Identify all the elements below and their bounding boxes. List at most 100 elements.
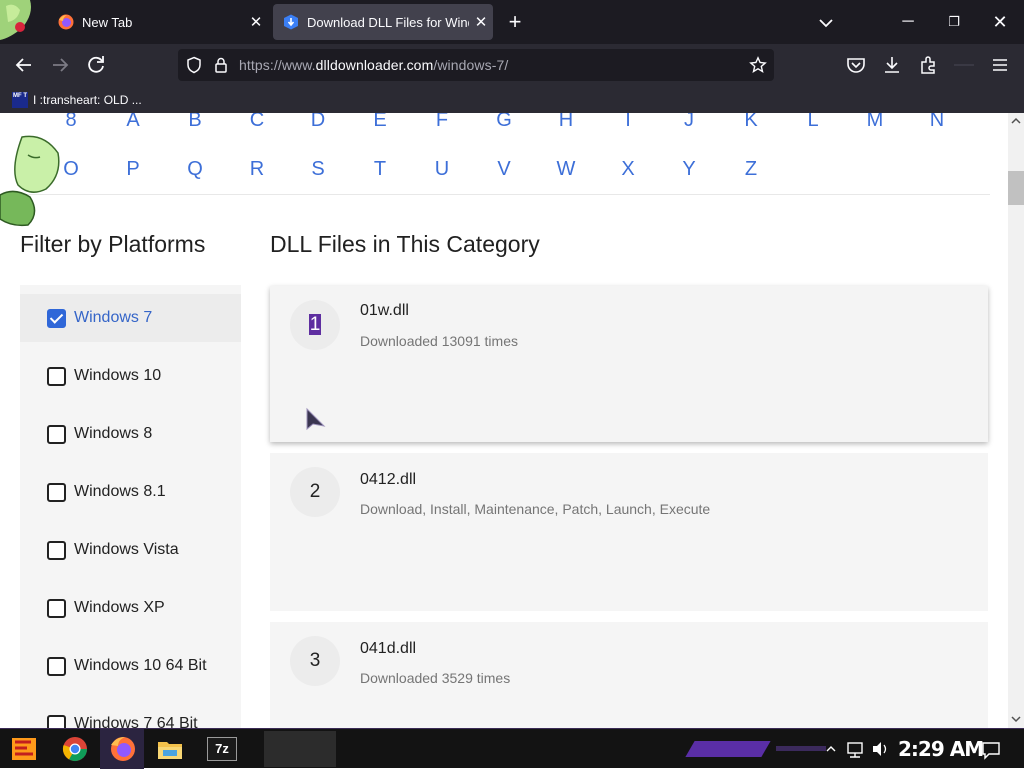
checkbox[interactable] — [47, 482, 66, 502]
menu-icon[interactable] — [989, 54, 1011, 76]
close-tab-icon[interactable]: ✕ — [244, 13, 268, 31]
restore-button[interactable]: ❐ — [934, 8, 974, 36]
letter-link[interactable]: W — [546, 158, 586, 181]
back-icon[interactable] — [11, 52, 37, 78]
dll-file-card[interactable]: 3 041d.dll Downloaded 3529 times — [270, 622, 988, 728]
chrome-icon[interactable] — [60, 734, 90, 764]
bookmark-item[interactable]: MF T I :transheart: OLD ... — [12, 90, 142, 110]
letter-link[interactable]: M — [855, 113, 895, 132]
checkbox[interactable] — [47, 714, 66, 728]
letter-link[interactable]: 8 — [51, 113, 91, 132]
bookmarks-toolbar: MF T I :transheart: OLD ... — [0, 86, 1024, 113]
platform-label: Windows 10 — [74, 367, 162, 384]
close-tab-icon[interactable]: ✕ — [469, 13, 493, 31]
letter-link[interactable]: F — [422, 113, 462, 132]
letter-link[interactable]: R — [237, 158, 277, 181]
volume-icon[interactable] — [870, 734, 890, 764]
new-tab-button[interactable]: + — [503, 9, 527, 35]
letter-link[interactable]: I — [608, 113, 648, 132]
7zip-icon[interactable]: 7z — [207, 737, 237, 761]
platform-filter-windows-10-64bit[interactable]: Windows 10 64 Bit — [20, 642, 241, 690]
notification-icon[interactable] — [980, 734, 1002, 764]
letter-link[interactable]: B — [175, 113, 215, 132]
file-name-link[interactable]: 0412.dll — [360, 471, 416, 489]
letter-link[interactable]: K — [731, 113, 771, 132]
page-content: 8 A B C D E F G H I J K L M N O P Q R S … — [0, 113, 1008, 728]
letter-link[interactable]: T — [360, 158, 400, 181]
extensions-icon[interactable] — [917, 54, 939, 76]
checkbox[interactable] — [47, 424, 66, 444]
file-description: Downloaded 13091 times — [360, 333, 518, 349]
file-index-badge: 1 — [290, 300, 340, 350]
tab-dll-downloader[interactable]: Download DLL Files for Windows 7 ✕ — [273, 4, 493, 40]
platform-filter-windows-8-1[interactable]: Windows 8.1 — [20, 468, 241, 516]
platform-filter-windows-xp[interactable]: Windows XP — [20, 584, 241, 632]
file-index: 1 — [308, 314, 322, 335]
download-icon[interactable] — [881, 54, 903, 76]
file-name-link[interactable]: 041d.dll — [360, 640, 416, 658]
firefox-icon[interactable] — [108, 734, 138, 764]
letter-link[interactable]: E — [360, 113, 400, 132]
start-icon[interactable] — [9, 734, 39, 764]
toolbar-spacer — [954, 64, 974, 66]
checkbox[interactable] — [47, 656, 66, 676]
dll-file-card[interactable]: 2 0412.dll Download, Install, Maintenanc… — [270, 453, 988, 611]
mouse-cursor-icon — [306, 407, 326, 431]
scrollbar-thumb[interactable] — [1008, 171, 1024, 205]
letter-link[interactable]: Y — [669, 158, 709, 181]
address-bar[interactable]: https://www.dlldownloader.com/windows-7/ — [178, 49, 774, 81]
taskbar-window-preview[interactable] — [264, 731, 336, 767]
checkbox[interactable] — [47, 308, 66, 328]
star-icon[interactable] — [749, 56, 767, 74]
reload-icon[interactable] — [83, 52, 109, 78]
letter-link[interactable]: X — [608, 158, 648, 181]
page-scrollbar[interactable] — [1008, 113, 1024, 728]
platform-filter-windows-7-64bit[interactable]: Windows 7 64 Bit — [20, 700, 241, 728]
file-explorer-icon[interactable] — [155, 734, 185, 764]
desktop-mascot-icon — [0, 135, 60, 227]
chevron-down-icon[interactable] — [812, 11, 840, 35]
minimize-button[interactable]: ─ — [888, 8, 928, 36]
taskbar: 7z 2:29 AM — [0, 728, 1024, 769]
platform-filter-windows-7[interactable]: Windows 7 — [20, 294, 241, 342]
platform-label: Windows 7 64 Bit — [74, 715, 198, 728]
letter-link[interactable]: L — [793, 113, 833, 132]
letter-link[interactable]: V — [484, 158, 524, 181]
dll-file-card[interactable]: 1 01w.dll Downloaded 13091 times — [270, 286, 988, 442]
network-icon[interactable] — [845, 734, 865, 764]
checkbox[interactable] — [47, 540, 66, 560]
platform-label: Windows 7 — [74, 309, 153, 326]
letter-link[interactable]: N — [917, 113, 957, 132]
file-name-link[interactable]: 01w.dll — [360, 302, 409, 320]
pocket-icon[interactable] — [845, 54, 867, 76]
letter-link[interactable]: D — [298, 113, 338, 132]
shield-icon[interactable] — [185, 56, 203, 74]
letter-link[interactable]: Z — [731, 158, 771, 181]
platform-filter-windows-10[interactable]: Windows 10 — [20, 352, 241, 400]
close-window-button[interactable]: ✕ — [980, 8, 1020, 36]
tab-new-tab[interactable]: New Tab ✕ — [48, 4, 268, 40]
chevron-up-icon[interactable] — [824, 734, 838, 764]
letter-link[interactable]: U — [422, 158, 462, 181]
letter-link[interactable]: G — [484, 113, 524, 132]
tab-title: Download DLL Files for Windows 7 — [307, 14, 469, 30]
platform-filter-windows-vista[interactable]: Windows Vista — [20, 526, 241, 574]
url-text[interactable]: https://www.dlldownloader.com/windows-7/ — [239, 57, 508, 73]
forward-icon[interactable] — [47, 52, 73, 78]
checkbox[interactable] — [47, 366, 66, 386]
letter-link[interactable]: S — [298, 158, 338, 181]
bookmark-favicon: MF T — [12, 92, 28, 108]
platform-filter-windows-8[interactable]: Windows 8 — [20, 410, 241, 458]
platform-label: Windows Vista — [74, 541, 179, 558]
letter-link[interactable]: J — [669, 113, 709, 132]
letter-link[interactable]: C — [237, 113, 277, 132]
letter-link[interactable]: H — [546, 113, 586, 132]
letter-link[interactable]: A — [113, 113, 153, 132]
letter-link[interactable]: P — [113, 158, 153, 181]
checkbox[interactable] — [47, 598, 66, 618]
lock-icon[interactable] — [212, 56, 230, 74]
url-host: dlldownloader.com — [315, 57, 434, 73]
letter-link[interactable]: Q — [175, 158, 215, 181]
taskbar-clock[interactable]: 2:29 AM — [898, 737, 984, 761]
desktop-mascot-icon — [0, 0, 31, 40]
